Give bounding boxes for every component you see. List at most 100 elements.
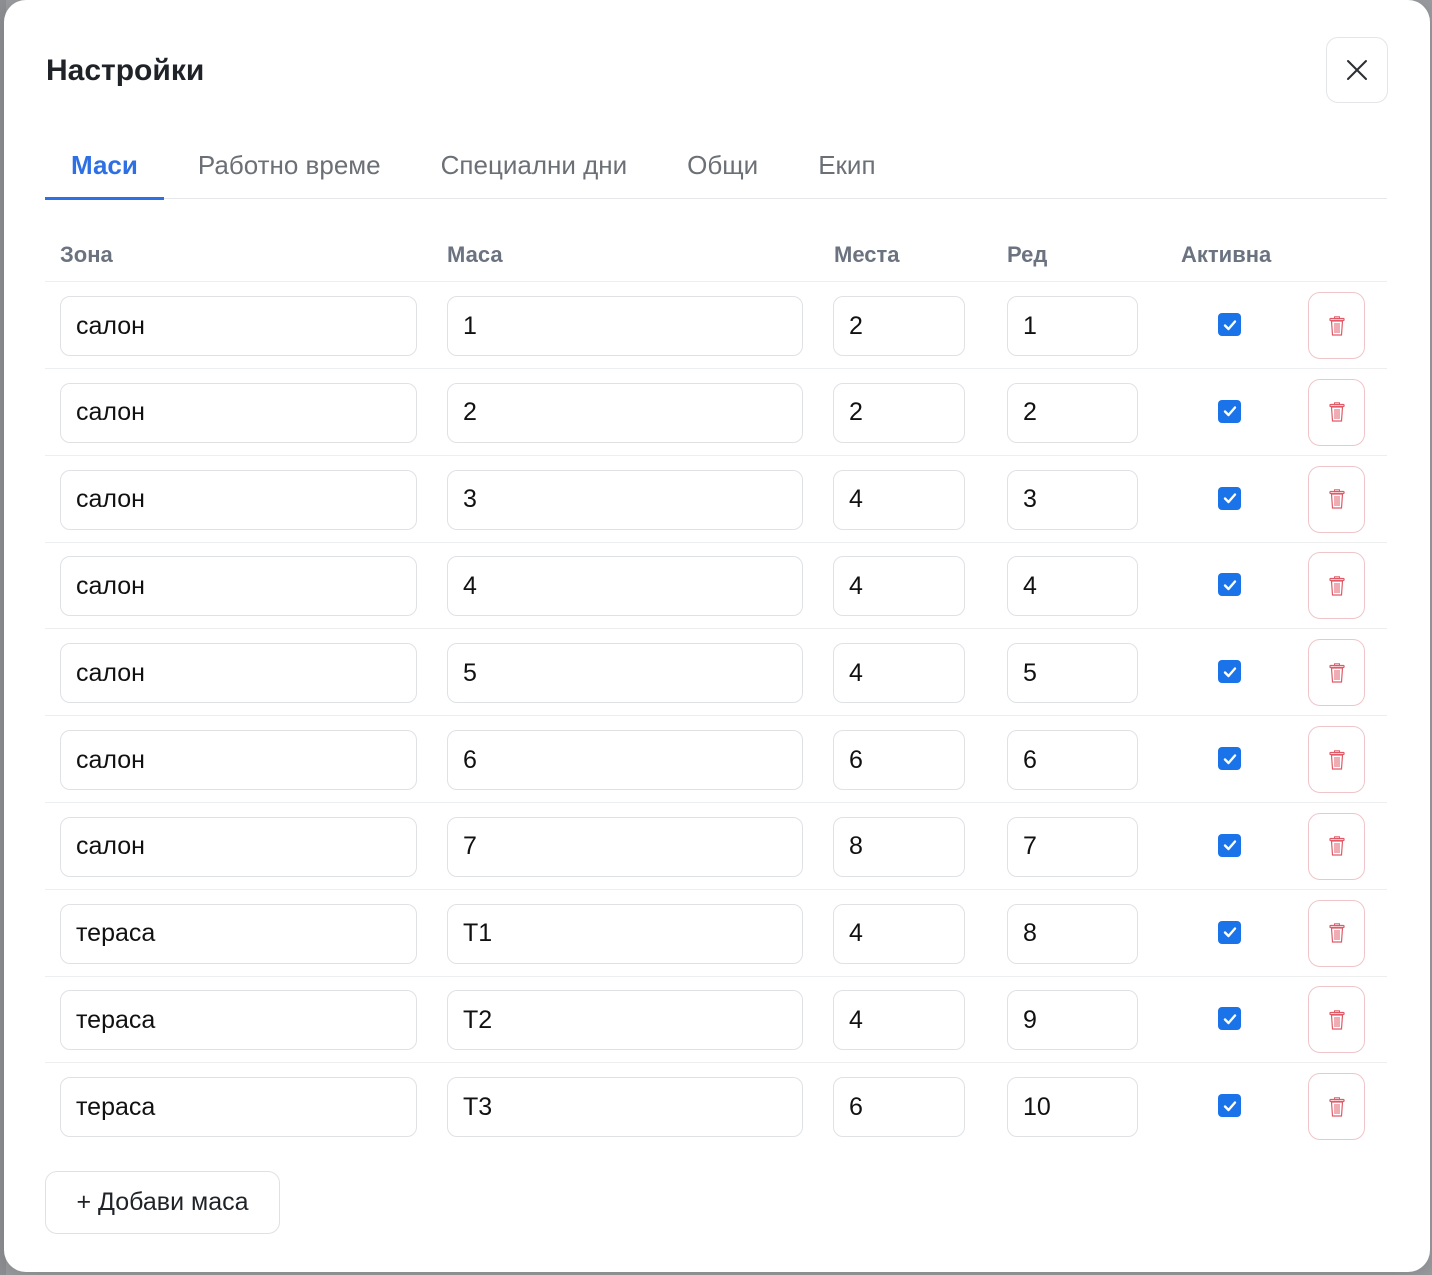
tab-working-hours[interactable]: Работно време <box>172 132 407 198</box>
check-icon <box>1223 666 1236 677</box>
table-row <box>45 282 1387 369</box>
table-name-input[interactable] <box>447 556 803 617</box>
table-header: Зона Маса Места Ред Активна <box>45 226 1387 282</box>
header-table: Маса <box>447 242 503 267</box>
check-icon <box>1223 840 1236 851</box>
zone-input[interactable] <box>60 643 417 704</box>
seats-input[interactable] <box>833 382 965 443</box>
trash-icon <box>1328 923 1345 943</box>
check-icon <box>1223 406 1236 417</box>
tab-team[interactable]: Екип <box>792 132 901 198</box>
active-checkbox[interactable] <box>1218 833 1241 857</box>
active-checkbox[interactable] <box>1218 747 1241 770</box>
delete-row-button[interactable] <box>1308 726 1365 793</box>
close-button[interactable] <box>1326 37 1388 103</box>
header-order: Ред <box>1007 242 1048 267</box>
order-input[interactable] <box>1007 816 1138 877</box>
zone-input[interactable] <box>60 730 417 790</box>
active-checkbox[interactable] <box>1218 399 1241 423</box>
zone-input[interactable] <box>60 1077 417 1138</box>
seats-input[interactable] <box>833 730 965 790</box>
active-checkbox[interactable] <box>1218 1094 1241 1118</box>
trash-icon <box>1328 836 1345 856</box>
table-row <box>45 890 1387 977</box>
table-row <box>45 542 1387 630</box>
trash-icon <box>1328 749 1345 770</box>
check-icon <box>1223 1100 1236 1111</box>
header-active: Активна <box>1181 242 1272 267</box>
table-row <box>45 716 1387 803</box>
active-checkbox[interactable] <box>1218 573 1241 597</box>
table-name-input[interactable] <box>447 643 803 704</box>
table-name-input[interactable] <box>447 1077 803 1138</box>
settings-tabs: Маси Работно време Специални дни Общи Ек… <box>45 132 1387 200</box>
active-checkbox[interactable] <box>1218 313 1241 336</box>
check-icon <box>1223 580 1236 591</box>
zone-input[interactable] <box>60 296 417 356</box>
table-name-input[interactable] <box>447 816 803 877</box>
table-row <box>45 369 1387 456</box>
add-table-button[interactable]: + Добави маса <box>45 1171 280 1234</box>
trash-icon <box>1328 402 1345 422</box>
order-input[interactable] <box>1007 469 1138 530</box>
table-name-input[interactable] <box>447 990 803 1051</box>
tab-special-days[interactable]: Специални дни <box>415 132 654 198</box>
zone-input[interactable] <box>60 816 417 877</box>
zone-input[interactable] <box>60 469 417 530</box>
order-input[interactable] <box>1007 382 1138 443</box>
order-input[interactable] <box>1007 1077 1138 1138</box>
seats-input[interactable] <box>833 469 965 530</box>
table-name-input[interactable] <box>447 730 803 790</box>
seats-input[interactable] <box>833 990 965 1051</box>
trash-icon <box>1328 315 1345 336</box>
check-icon <box>1223 493 1236 504</box>
seats-input[interactable] <box>833 816 965 877</box>
delete-row-button[interactable] <box>1308 465 1365 533</box>
active-checkbox[interactable] <box>1218 1007 1241 1031</box>
delete-row-button[interactable] <box>1308 639 1365 707</box>
trash-icon <box>1328 576 1345 596</box>
seats-input[interactable] <box>833 556 965 617</box>
seats-input[interactable] <box>833 1077 965 1138</box>
zone-input[interactable] <box>60 903 417 964</box>
order-input[interactable] <box>1007 556 1138 617</box>
zone-input[interactable] <box>60 382 417 443</box>
tab-general[interactable]: Общи <box>661 132 784 198</box>
table-row <box>45 1063 1387 1150</box>
active-checkbox[interactable] <box>1218 486 1241 510</box>
order-input[interactable] <box>1007 296 1138 356</box>
delete-row-button[interactable] <box>1308 812 1365 880</box>
active-checkbox[interactable] <box>1218 660 1241 684</box>
delete-row-button[interactable] <box>1308 899 1365 967</box>
delete-row-button[interactable] <box>1308 378 1365 446</box>
delete-row-button[interactable] <box>1308 292 1365 359</box>
table-name-input[interactable] <box>447 903 803 964</box>
order-input[interactable] <box>1007 643 1138 704</box>
trash-icon <box>1328 1096 1345 1117</box>
header-zone: Зона <box>60 242 113 267</box>
check-icon <box>1223 319 1236 330</box>
table-row <box>45 629 1387 717</box>
check-icon <box>1223 753 1236 764</box>
tab-tables[interactable]: Маси <box>45 132 164 200</box>
delete-row-button[interactable] <box>1308 986 1365 1054</box>
trash-icon <box>1328 489 1345 509</box>
table-name-input[interactable] <box>447 469 803 530</box>
delete-row-button[interactable] <box>1308 552 1365 620</box>
order-input[interactable] <box>1007 903 1138 964</box>
delete-row-button[interactable] <box>1308 1073 1365 1141</box>
order-input[interactable] <box>1007 990 1138 1051</box>
table-name-input[interactable] <box>447 382 803 443</box>
seats-input[interactable] <box>833 296 965 356</box>
header-seats: Места <box>834 242 900 267</box>
close-icon <box>1347 60 1367 80</box>
zone-input[interactable] <box>60 990 417 1051</box>
seats-input[interactable] <box>833 643 965 704</box>
active-checkbox[interactable] <box>1218 920 1241 944</box>
zone-input[interactable] <box>60 556 417 617</box>
check-icon <box>1223 1014 1236 1025</box>
seats-input[interactable] <box>833 903 965 964</box>
table-name-input[interactable] <box>447 296 803 356</box>
check-icon <box>1223 927 1236 938</box>
order-input[interactable] <box>1007 730 1138 790</box>
